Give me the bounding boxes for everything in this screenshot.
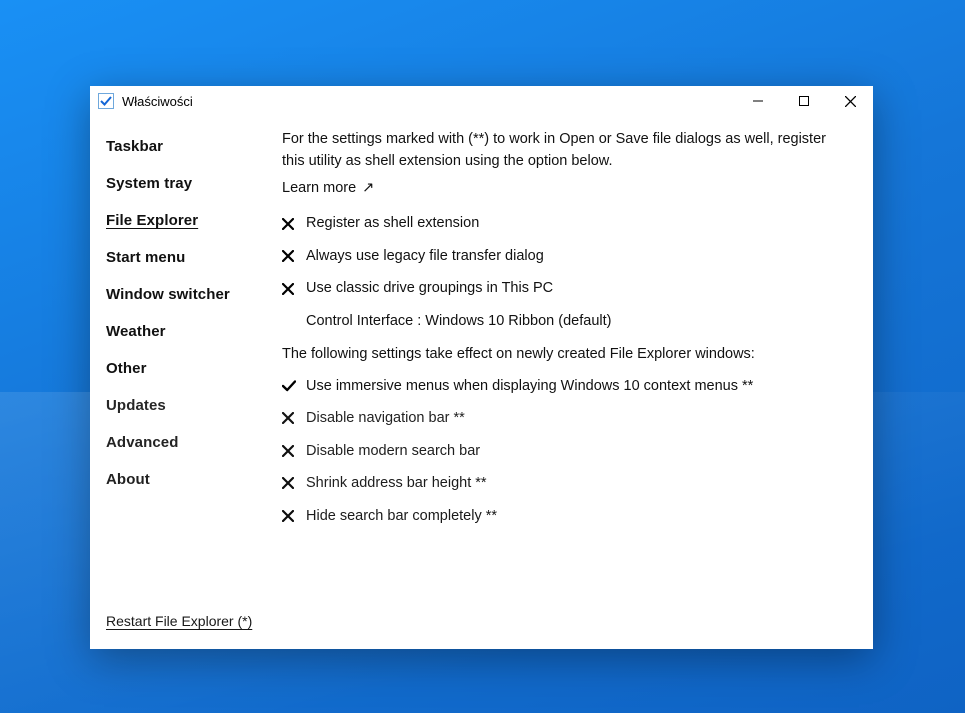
properties-window: Właściwości TaskbarSystem trayFile Explo… — [90, 86, 873, 649]
learn-more-label: Learn more — [282, 180, 356, 196]
setting-row[interactable]: Control Interface : Windows 10 Ribbon (d… — [282, 305, 859, 337]
setting-row[interactable]: Always use legacy file transfer dialog — [282, 240, 859, 272]
setting-row[interactable]: Disable navigation bar ** — [282, 402, 859, 434]
x-icon — [282, 477, 306, 489]
section-note: The following settings take effect on ne… — [282, 337, 859, 369]
maximize-button[interactable] — [781, 86, 827, 116]
x-icon — [282, 218, 306, 230]
setting-row[interactable]: Register as shell extension — [282, 207, 859, 239]
sidebar-item-window-switcher[interactable]: Window switcher — [104, 276, 272, 313]
setting-label: Control Interface : Windows 10 Ribbon (d… — [306, 310, 611, 332]
x-icon — [282, 283, 306, 295]
sidebar-item-weather[interactable]: Weather — [104, 313, 272, 350]
close-button[interactable] — [827, 86, 873, 116]
sidebar-item-about[interactable]: About — [104, 461, 272, 498]
minimize-button[interactable] — [735, 86, 781, 116]
restart-file-explorer-link[interactable]: Restart File Explorer (*) — [104, 609, 272, 635]
setting-label: Hide search bar completely ** — [306, 505, 497, 527]
window-controls — [735, 86, 873, 116]
intro-text: For the settings marked with (**) to wor… — [282, 128, 842, 173]
app-icon — [98, 93, 114, 109]
sidebar-item-updates[interactable]: Updates — [104, 387, 272, 424]
setting-row[interactable]: Disable modern search bar — [282, 435, 859, 467]
sidebar-item-advanced[interactable]: Advanced — [104, 424, 272, 461]
desktop-background: Właściwości TaskbarSystem trayFile Explo… — [0, 0, 965, 713]
setting-row[interactable]: Use classic drive groupings in This PC — [282, 272, 859, 304]
setting-label: Always use legacy file transfer dialog — [306, 245, 544, 267]
window-title: Właściwości — [122, 94, 193, 109]
sidebar: TaskbarSystem trayFile ExplorerStart men… — [104, 122, 272, 635]
setting-row[interactable]: Hide search bar completely ** — [282, 500, 859, 532]
external-link-icon: ↗ — [358, 180, 374, 196]
setting-label: Shrink address bar height ** — [306, 472, 487, 494]
setting-label: Register as shell extension — [306, 212, 479, 234]
sidebar-item-taskbar[interactable]: Taskbar — [104, 128, 272, 165]
content-pane: For the settings marked with (**) to wor… — [272, 122, 859, 635]
learn-more-link[interactable]: Learn more ↗ — [282, 177, 374, 199]
x-icon — [282, 510, 306, 522]
setting-label: Disable navigation bar ** — [306, 407, 465, 429]
setting-label: Disable modern search bar — [306, 440, 480, 462]
setting-row[interactable]: Shrink address bar height ** — [282, 467, 859, 499]
setting-row[interactable]: Use immersive menus when displaying Wind… — [282, 370, 859, 402]
x-icon — [282, 445, 306, 457]
sidebar-item-other[interactable]: Other — [104, 350, 272, 387]
titlebar[interactable]: Właściwości — [90, 86, 873, 116]
check-icon — [282, 379, 306, 393]
sidebar-item-file-explorer[interactable]: File Explorer — [104, 202, 272, 239]
x-icon — [282, 250, 306, 262]
setting-label: Use immersive menus when displaying Wind… — [306, 375, 753, 397]
sidebar-item-system-tray[interactable]: System tray — [104, 165, 272, 202]
x-icon — [282, 412, 306, 424]
sidebar-item-start-menu[interactable]: Start menu — [104, 239, 272, 276]
setting-label: Use classic drive groupings in This PC — [306, 277, 553, 299]
